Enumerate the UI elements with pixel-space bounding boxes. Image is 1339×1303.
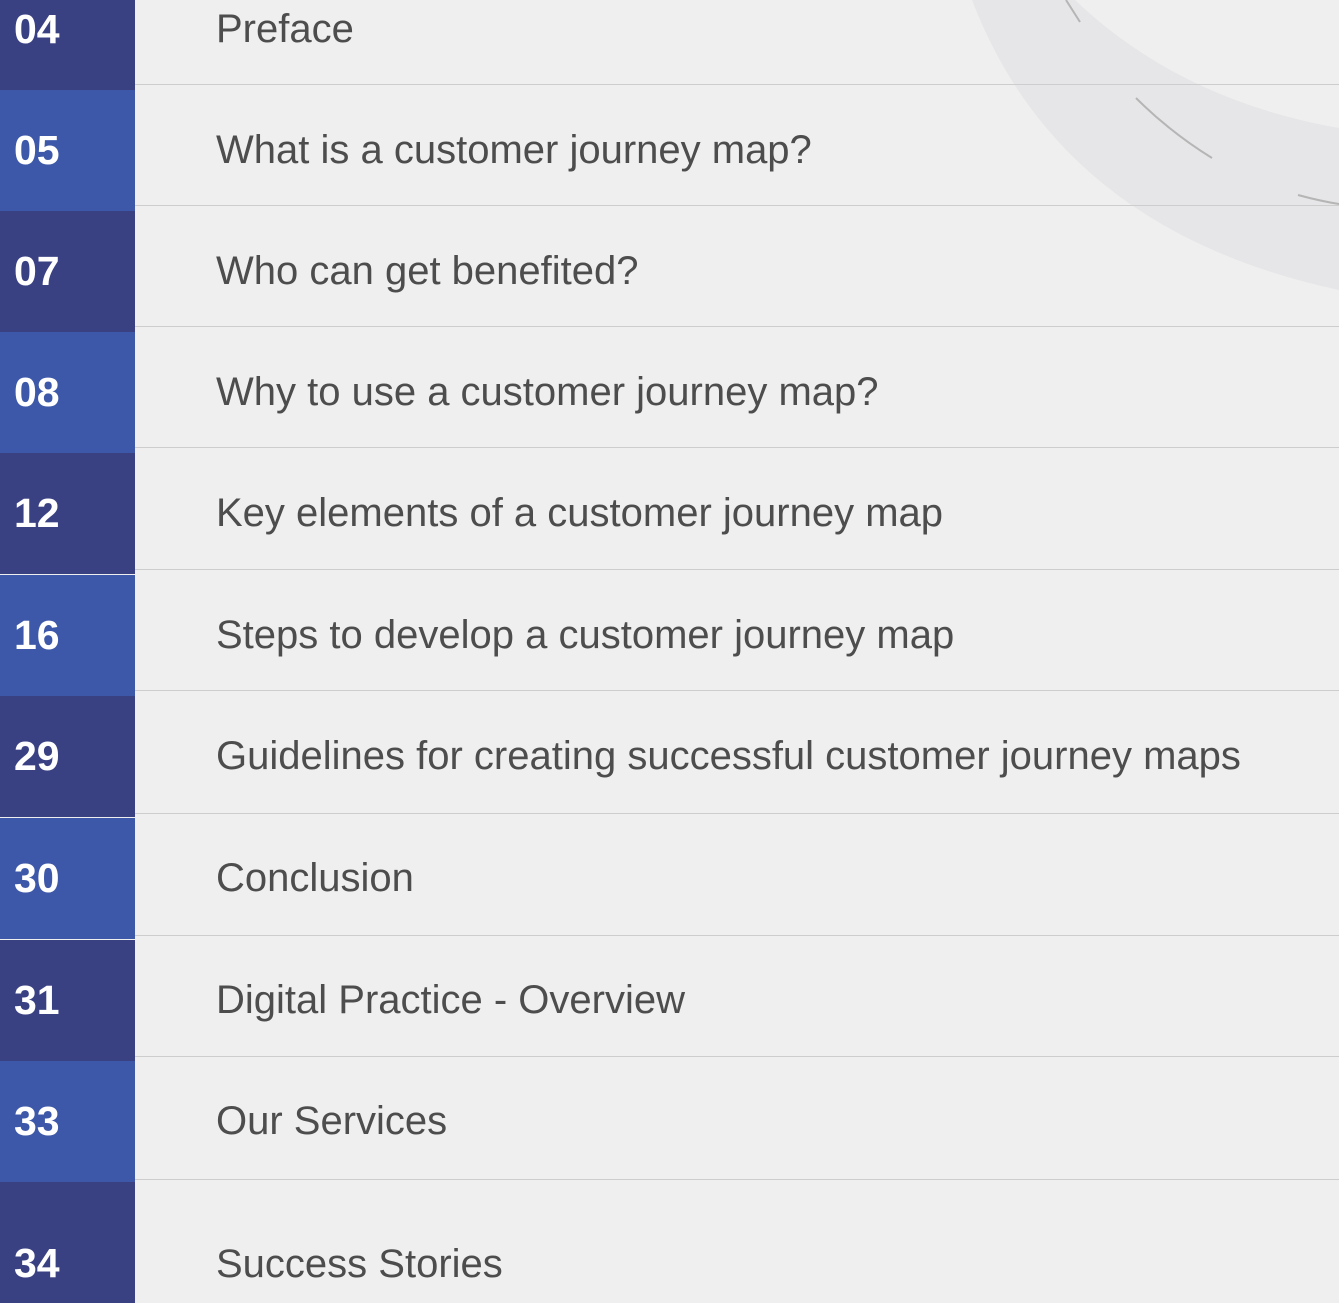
toc-page-number: 33 xyxy=(0,1061,135,1182)
toc-item-title: Preface xyxy=(216,7,354,51)
toc-item-digital-practice[interactable]: 31 Digital Practice - Overview xyxy=(0,940,1339,1061)
toc-item-who-benefits[interactable]: 07 Who can get benefited? xyxy=(0,211,1339,332)
divider xyxy=(135,326,1339,327)
toc-item-title: Digital Practice - Overview xyxy=(216,978,686,1022)
toc-item-title: Our Services xyxy=(216,1099,448,1143)
divider xyxy=(135,813,1339,814)
toc-item-title: Success Stories xyxy=(216,1242,503,1286)
toc-page-number: 12 xyxy=(0,453,135,574)
toc-page-number: 34 xyxy=(0,1182,135,1303)
toc-item-steps[interactable]: 16 Steps to develop a customer journey m… xyxy=(0,575,1339,696)
toc-item-title: Why to use a customer journey map? xyxy=(216,370,879,414)
toc-item-title: Guidelines for creating successful custo… xyxy=(216,734,1241,778)
toc-item-guidelines[interactable]: 29 Guidelines for creating successful cu… xyxy=(0,696,1339,817)
toc-item-why-use[interactable]: 08 Why to use a customer journey map? xyxy=(0,332,1339,453)
toc-page-number: 29 xyxy=(0,696,135,817)
toc-item-what-is[interactable]: 05 What is a customer journey map? xyxy=(0,90,1339,211)
toc-page-number: 16 xyxy=(0,575,135,696)
divider xyxy=(135,205,1339,206)
toc-page-number: 30 xyxy=(0,818,135,939)
divider xyxy=(135,935,1339,936)
toc-item-key-elements[interactable]: 12 Key elements of a customer journey ma… xyxy=(0,453,1339,574)
divider xyxy=(135,569,1339,570)
toc-item-title: Conclusion xyxy=(216,856,414,900)
toc-page-number: 05 xyxy=(0,90,135,211)
toc-page-number: 31 xyxy=(0,940,135,1061)
divider xyxy=(135,1056,1339,1057)
toc-item-title: Key elements of a customer journey map xyxy=(216,491,944,535)
toc-page-number: 04 xyxy=(0,0,135,90)
toc-item-our-services[interactable]: 33 Our Services xyxy=(0,1061,1339,1182)
toc-item-success-stories[interactable]: 34 Success Stories xyxy=(0,1182,1339,1303)
divider xyxy=(135,1179,1339,1180)
toc-page-number: 07 xyxy=(0,211,135,332)
toc-item-title: What is a customer journey map? xyxy=(216,128,812,172)
toc-item-title: Who can get benefited? xyxy=(216,249,639,293)
toc-page-number: 08 xyxy=(0,332,135,453)
toc-item-conclusion[interactable]: 30 Conclusion xyxy=(0,818,1339,939)
divider xyxy=(135,447,1339,448)
divider xyxy=(135,84,1339,85)
toc-item-title: Steps to develop a customer journey map xyxy=(216,613,955,657)
table-of-contents: 04 Preface 05 What is a customer journey… xyxy=(0,0,1339,1303)
divider xyxy=(135,690,1339,691)
toc-item-preface[interactable]: 04 Preface xyxy=(0,0,1339,90)
